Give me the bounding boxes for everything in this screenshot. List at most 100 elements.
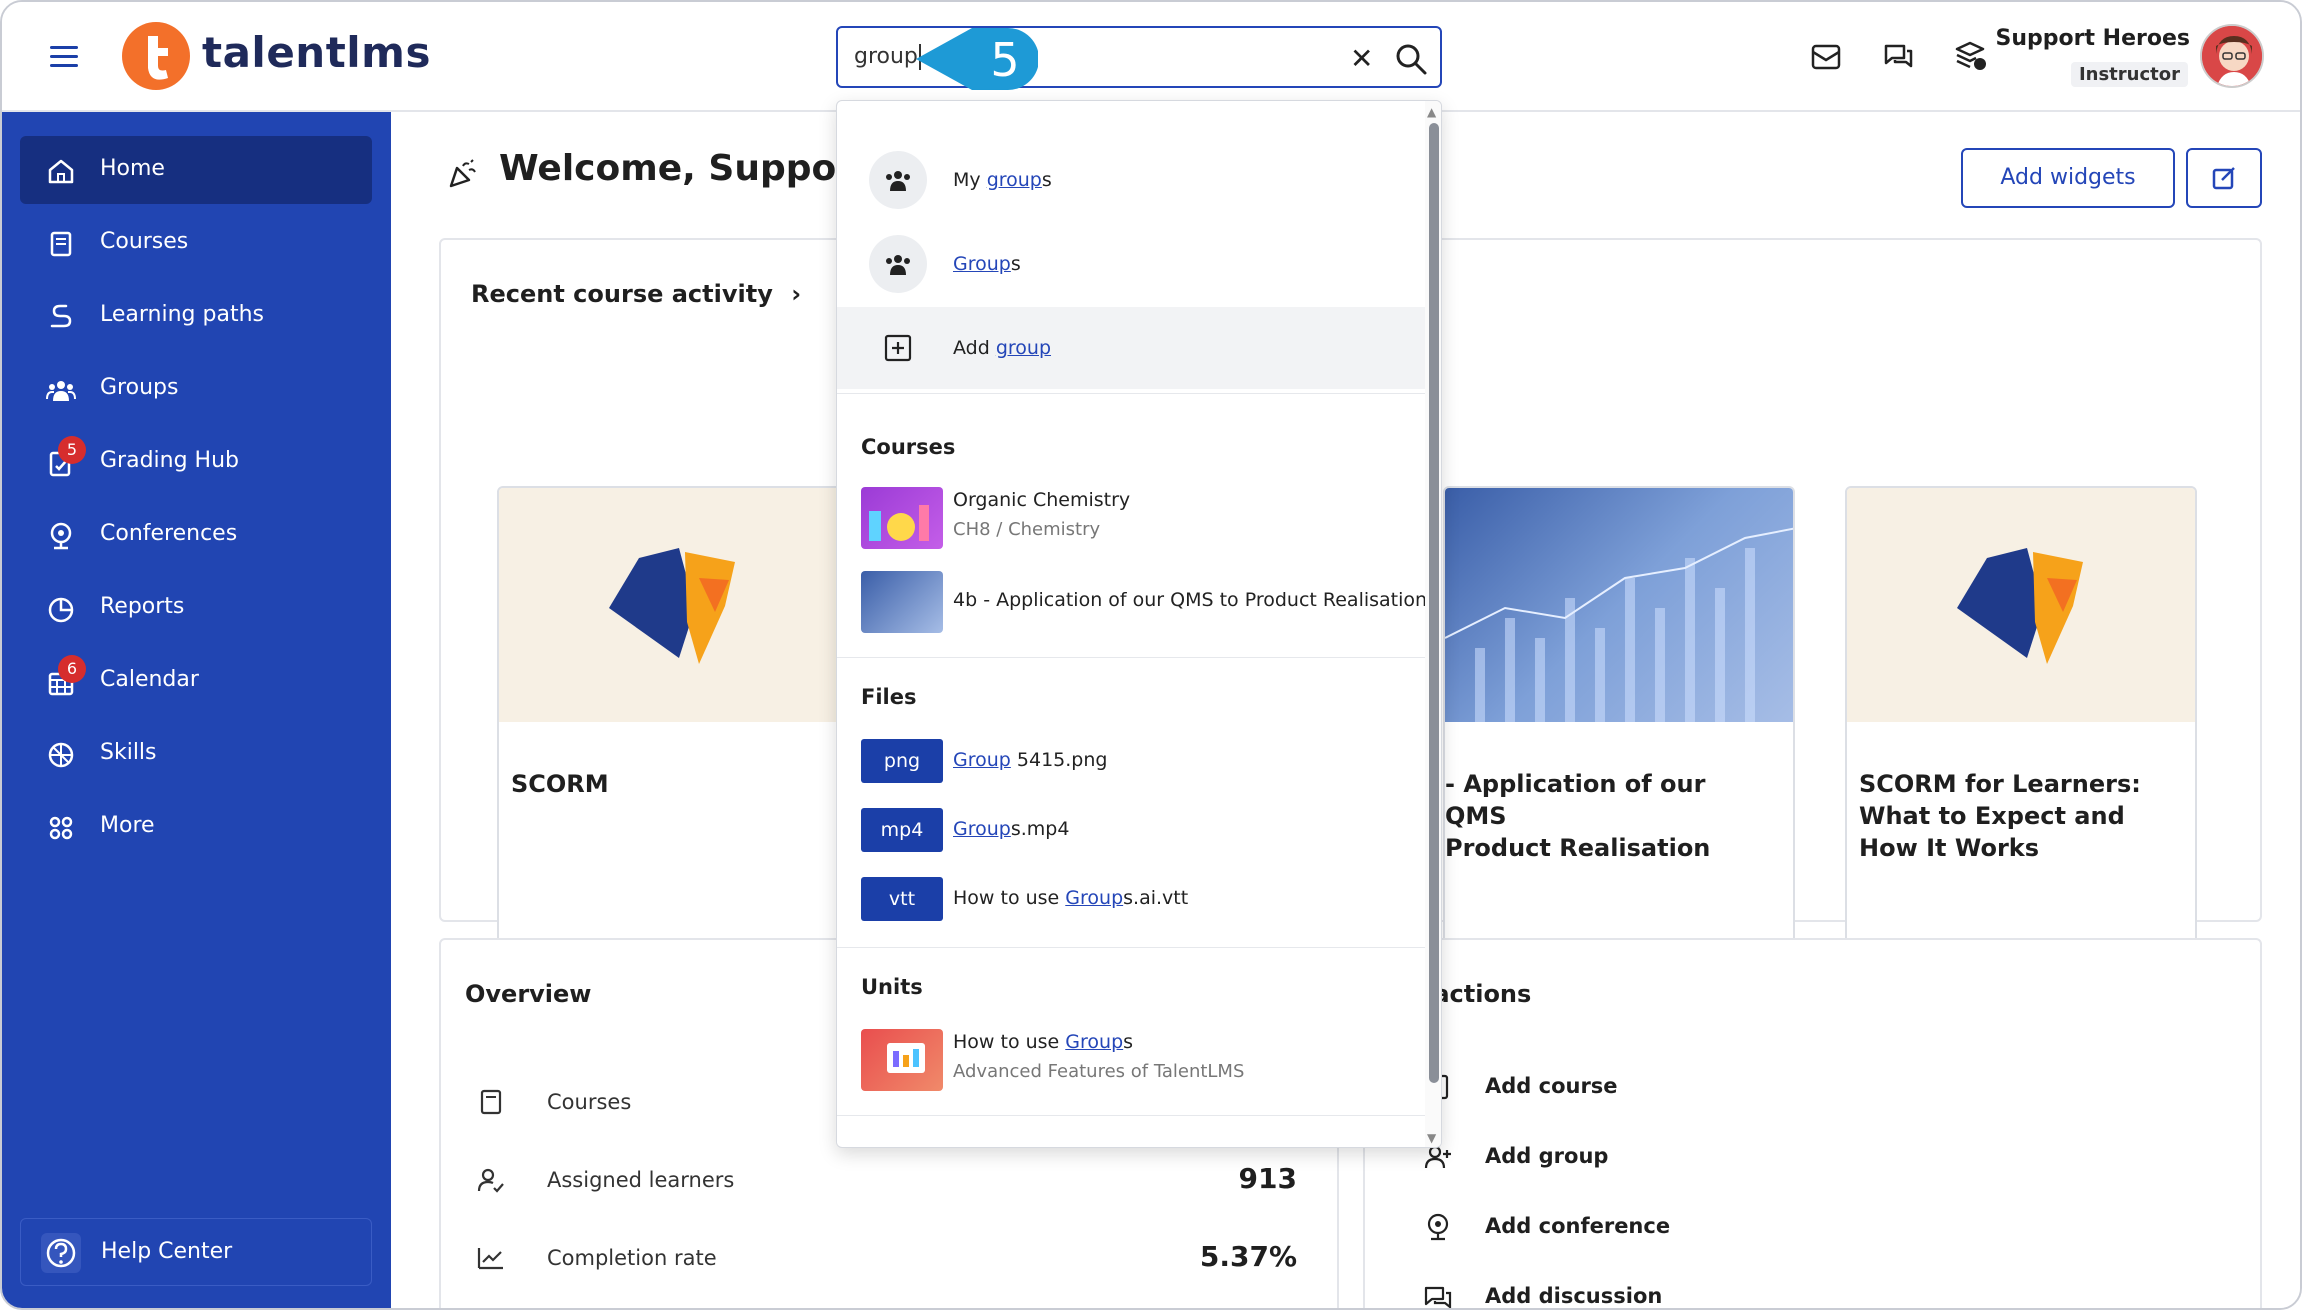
user-role-badge: Instructor [2070,62,2188,87]
add-conference-action[interactable]: Add conference [1423,1208,1823,1248]
sidebar-item-grading-hub[interactable]: 5 Grading Hub [20,428,372,496]
top-bar: talentlms group ✕ 5 Support Heroes Instr… [2,2,2300,112]
files-section-heading: Files [861,685,917,709]
course-thumbnail [1847,488,2195,722]
sidebar-item-courses[interactable]: Courses [20,209,372,277]
home-icon [48,159,74,184]
course-card-title: SCORM [511,770,609,798]
course-thumbnail [499,488,847,722]
quick-actions-panel: k actions Add course Add group Add confe… [1363,938,2262,1308]
book-icon [50,231,72,257]
search-action-add-group[interactable]: Add group [837,307,1425,389]
sidebar-item-learning-paths[interactable]: Learning paths [20,282,372,350]
search-action-groups[interactable]: Groups [837,223,1425,305]
course-card-title: - Application of our QMS Product Realisa… [1445,770,1711,862]
search-icon[interactable] [1394,42,1428,76]
clear-search-icon[interactable]: ✕ [1350,42,1373,75]
party-popper-icon [449,159,476,188]
file-type-badge: mp4 [861,808,943,852]
course-thumbnail [861,571,943,633]
search-results-dropdown: My groups Groups Add group Courses Organ… [836,100,1442,1148]
talentlms-logo-icon [122,22,190,90]
webcam-icon [1427,1213,1449,1241]
add-course-action[interactable]: Add course [1423,1068,1823,1108]
chevron-right-icon: › [791,280,802,308]
step-number: 5 [990,33,1020,87]
course-card[interactable]: SCORM for Learners: What to Expect and H… [1845,486,2197,962]
sidebar: Home Courses Learning paths Groups 5 Gra… [2,112,391,1308]
help-center-button[interactable]: Help Center [20,1218,372,1286]
course-thumbnail [861,487,943,549]
sidebar-item-home[interactable]: Home [20,136,372,204]
help-center-label: Help Center [101,1239,233,1264]
book-icon [480,1089,502,1115]
scroll-up-icon[interactable]: ▲ [1427,105,1436,119]
search-value: group [854,44,918,69]
file-type-badge: png [861,739,943,783]
scrollbar-thumb[interactable] [1429,123,1439,1083]
search-action-my-groups[interactable]: My groups [837,139,1425,221]
add-box-icon [884,334,912,362]
sidebar-item-label: Conferences [100,521,238,546]
sidebar-item-label: Reports [100,594,185,619]
webcam-icon [50,522,72,550]
sidebar-item-more[interactable]: More [20,793,372,861]
menu-icon[interactable] [50,46,78,68]
discussion-icon [1424,1286,1452,1308]
unit-thumbnail [861,1029,943,1091]
groups-icon [46,381,76,401]
sidebar-item-label: Learning paths [100,302,264,327]
course-thumbnail [1445,488,1793,722]
courses-section-heading: Courses [861,435,956,459]
messages-icon[interactable] [1808,38,1844,74]
sidebar-item-conferences[interactable]: Conferences [20,501,372,569]
add-discussion-action[interactable]: Add discussion [1423,1278,1823,1308]
divider [837,393,1425,394]
divider [837,1115,1425,1116]
chat-icon[interactable] [1880,38,1916,74]
step-callout: 5 [912,20,1039,98]
path-icon [50,304,72,328]
sidebar-item-label: More [100,813,155,838]
page-title: Welcome, Support! [499,148,888,189]
file-type-badge: vtt [861,877,943,921]
sidebar-item-label: Skills [100,740,157,765]
sidebar-item-label: Home [100,156,165,181]
help-icon [41,1233,81,1273]
overview-title: Overview [465,980,592,1008]
edit-dashboard-button[interactable] [2186,148,2262,208]
overview-row: Completion rate 5.37% [477,1240,1297,1280]
sidebar-item-label: Grading Hub [100,448,240,473]
grading-badge: 5 [58,436,86,464]
groups-icon [869,235,927,293]
sidebar-item-reports[interactable]: Reports [20,574,372,642]
sidebar-item-label: Calendar [100,667,199,692]
sidebar-item-calendar[interactable]: 6 Calendar [20,647,372,715]
edit-icon [2212,167,2235,190]
divider [837,947,1425,948]
add-group-action[interactable]: Add group [1423,1138,1823,1178]
groups-icon [869,151,927,209]
trend-icon [477,1248,503,1270]
pie-chart-icon [48,597,74,623]
recent-course-title[interactable]: Recent course activity › [471,280,801,308]
divider [837,657,1425,658]
course-card[interactable]: - Application of our QMS Product Realisa… [1443,486,1795,962]
app-window: talentlms group ✕ 5 Support Heroes Instr… [0,0,2302,1310]
avatar[interactable] [2200,24,2264,88]
course-card-title: SCORM for Learners: What to Expect and H… [1859,770,2141,862]
sidebar-item-groups[interactable]: Groups [20,355,372,423]
user-check-icon [477,1168,504,1193]
grid-icon [49,816,73,840]
add-widgets-button[interactable]: Add widgets [1961,148,2175,208]
skills-icon [48,742,74,768]
course-card[interactable]: SCORM [497,486,849,962]
overview-row: Assigned learners 913 [477,1162,1297,1202]
sidebar-item-skills[interactable]: Skills [20,720,372,788]
logo-text: talentlms [202,28,431,77]
scroll-down-icon[interactable]: ▼ [1427,1131,1436,1145]
switch-role-icon[interactable] [1952,38,1988,74]
sidebar-item-label: Groups [100,375,179,400]
user-name[interactable]: Support Heroes [1996,26,2190,51]
calendar-badge: 6 [58,655,86,683]
